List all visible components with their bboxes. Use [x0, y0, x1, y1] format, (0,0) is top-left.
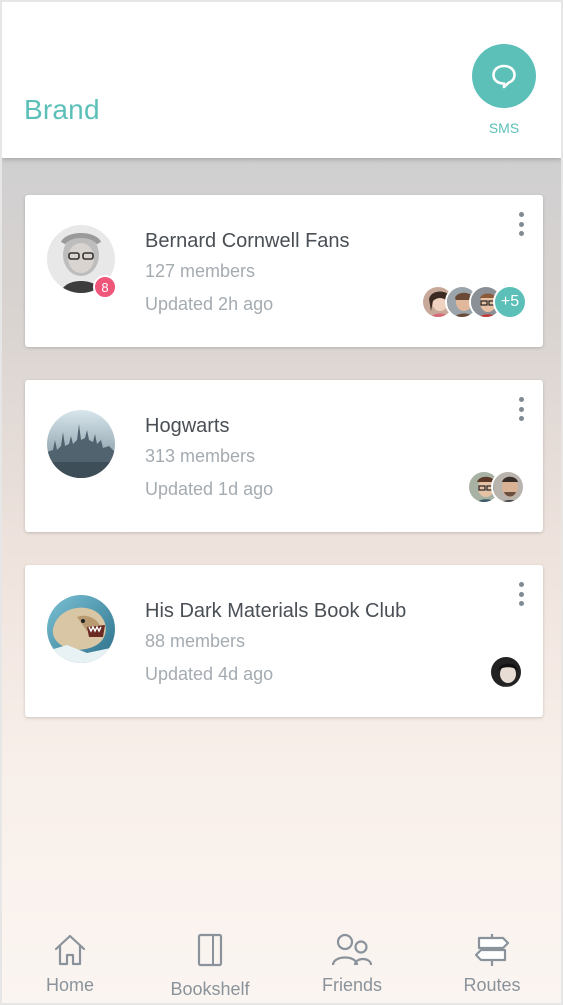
unread-badge: 8	[93, 275, 117, 299]
more-members-badge[interactable]: +5	[493, 285, 527, 319]
group-updated-time: Updated 4d ago	[145, 664, 274, 684]
tab-friends[interactable]: Friends	[292, 913, 412, 1003]
group-avatar	[47, 595, 115, 663]
app-screen: Brand SMS 8 Bernard Cornwell Fans 127 me…	[0, 0, 563, 1005]
signpost-icon	[474, 934, 510, 966]
sms-button[interactable]	[472, 44, 536, 108]
group-card-hogwarts[interactable]: Hogwarts 313 members Updated 1d ago	[25, 380, 543, 532]
group-member-count: 313 members	[145, 446, 256, 466]
tab-routes-label: Routes	[463, 975, 521, 995]
group-avatar	[47, 410, 115, 478]
tab-home[interactable]: Home	[10, 913, 130, 1003]
tab-friends-label: Friends	[321, 975, 383, 995]
group-member-count: 127 members	[145, 261, 256, 281]
bottom-tab-bar: Home Bookshelf Friends Routes	[2, 913, 561, 1003]
more-options-icon[interactable]	[513, 209, 529, 239]
member-avatar	[491, 470, 525, 504]
group-name: His Dark Materials Book Club	[145, 600, 407, 622]
more-options-icon[interactable]	[513, 394, 529, 424]
group-updated-time: Updated 2h ago	[145, 294, 274, 314]
group-card-his-dark-materials[interactable]: His Dark Materials Book Club 88 members …	[25, 565, 543, 717]
group-card-bernard-cornwell[interactable]: 8 Bernard Cornwell Fans 127 members Upda…	[25, 195, 543, 347]
tab-routes[interactable]: Routes	[432, 913, 552, 1003]
sms-label: SMS	[488, 120, 520, 136]
chat-bubble-icon	[492, 64, 516, 89]
home-icon	[54, 934, 86, 966]
member-avatar	[489, 655, 523, 689]
group-name: Hogwarts	[145, 415, 230, 437]
book-icon	[197, 933, 223, 967]
more-options-icon[interactable]	[513, 579, 529, 609]
group-updated-time: Updated 1d ago	[145, 479, 274, 499]
tab-bookshelf-label: Bookshelf	[170, 979, 250, 999]
group-member-count: 88 members	[145, 631, 246, 651]
friends-icon	[331, 933, 373, 966]
tab-home-label: Home	[45, 975, 94, 995]
app-header: Brand SMS	[2, 2, 561, 158]
group-name: Bernard Cornwell Fans	[145, 230, 350, 252]
tab-bookshelf[interactable]: Bookshelf	[150, 913, 270, 1003]
brand-title: Brand	[24, 94, 100, 125]
